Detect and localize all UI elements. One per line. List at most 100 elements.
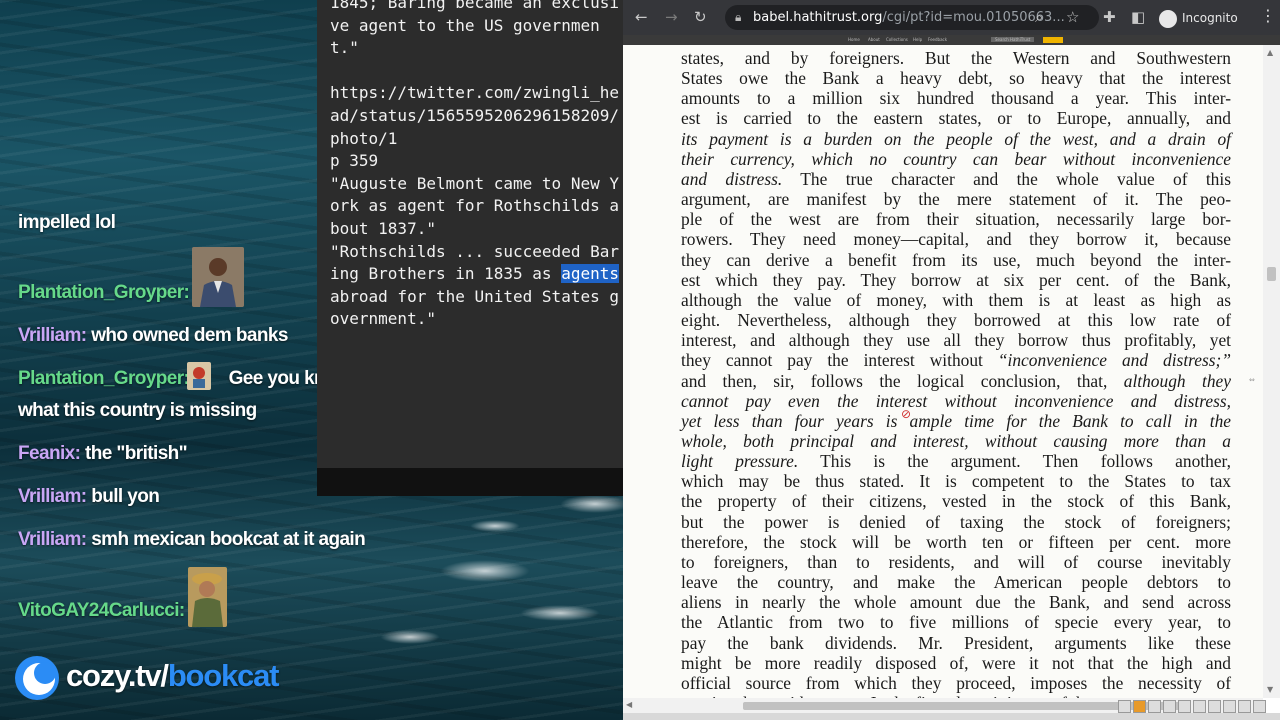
notes-quote-rothschilds: "Rothschilds ... succeeded Baring Brothe… (330, 241, 619, 329)
scroll-up-arrow-icon[interactable]: ▲ (1267, 48, 1273, 57)
water-glint (520, 605, 600, 621)
chat-text: bull yon (91, 486, 160, 507)
vertical-scroll-thumb[interactable] (1267, 267, 1276, 281)
page-text-line: the Atlantic from two to five millions o… (681, 612, 1231, 633)
tool-icon[interactable] (1118, 700, 1131, 713)
scanned-book-page[interactable]: states, and by foreigners. But the Weste… (623, 45, 1263, 698)
page-text-line: pay the bank dividends. Mr. President, a… (681, 632, 1231, 653)
page-text-line: might be more readily disposed of, were … (681, 652, 1231, 673)
zoom-icon[interactable]: ⌕ (1035, 8, 1043, 26)
page-text-line: therefore, the stock will be worth ten o… (681, 531, 1231, 552)
bookmark-star-icon[interactable]: ☆ (1066, 8, 1079, 26)
page-text-line: eight. Nevertheless, although they borro… (681, 310, 1231, 331)
hathi-menu-help[interactable]: Help (913, 37, 922, 42)
forward-arrow-icon[interactable]: → (665, 8, 678, 26)
extensions-puzzle-icon[interactable]: ✚ (1103, 8, 1116, 26)
chat-message-continued: what this country is missing (18, 400, 257, 422)
chat-text: impelled lol (18, 212, 116, 233)
notes-quote-belmont: "Auguste Belmont came to New York as age… (330, 173, 619, 238)
chat-message: Vrilliam: smh mexican bookcat at it agai… (18, 529, 366, 551)
incognito-icon (1159, 9, 1177, 28)
scroll-left-arrow-icon[interactable]: ◀ (626, 700, 632, 709)
page-text-line: which may be thus stated. It is competen… (681, 471, 1231, 492)
page-tool-icons (1117, 698, 1267, 713)
painted-portrait-avatar (188, 567, 227, 627)
chat-text: the "british" (85, 443, 188, 464)
tool-icon[interactable] (1148, 700, 1161, 713)
hathi-menu-about[interactable]: About (868, 37, 880, 42)
hathi-menu-collections[interactable]: Collections (886, 37, 908, 42)
chat-username: Vrilliam: (18, 486, 87, 507)
tool-icon[interactable] (1253, 700, 1266, 713)
hathi-menu-home[interactable]: Home (848, 37, 860, 42)
page-text-line: rowers. They need money—capital, and the… (681, 229, 1231, 250)
more-menu-icon[interactable]: ⋮ (1260, 6, 1276, 25)
water-glint (380, 630, 440, 644)
page-text-line: but the power is denied of taxing the st… (681, 511, 1231, 532)
water-glint (560, 495, 630, 513)
hathitrust-header: Home About Collections Help Feedback Sea… (623, 35, 1280, 45)
tool-icon[interactable] (1178, 700, 1191, 713)
address-url: babel.hathitrust.org/cgi/pt?id=mou.01050… (753, 10, 1065, 25)
tool-icon[interactable] (1163, 700, 1176, 713)
notes-panel[interactable]: 1845; Baring became an exclusive agent t… (317, 0, 623, 496)
collapse-handle-icon[interactable]: ⇔ (1249, 376, 1259, 384)
notes-panel-footer (317, 468, 623, 495)
page-text-line: to foreigners, than to residents, and wi… (681, 551, 1231, 572)
incognito-profile-button[interactable]: Incognito (1159, 7, 1238, 29)
page-text-line: although the value of money, with them i… (681, 289, 1231, 310)
chat-username: Plantation_Groyper: (18, 368, 190, 389)
hathi-search-button[interactable] (1043, 37, 1063, 43)
page-text-line: States owe the Bank a heavy debt, so hea… (681, 68, 1231, 89)
chat-username: Vrilliam: (18, 529, 87, 550)
page-text-line: light pressure. This is the argument. Th… (681, 451, 1231, 472)
page-text-line: its payment is a burden on the people of… (681, 128, 1231, 149)
page-text-line: official source from which they proceed,… (681, 672, 1231, 693)
notes-line-top: 1845; Baring became an exclusive agent t… (330, 0, 619, 58)
cartoon-emote-avatar (187, 362, 211, 390)
reload-icon[interactable]: ↻ (694, 8, 707, 26)
cozy-moon-icon (15, 656, 59, 700)
page-text-line: est is carried to the eastern states, or… (681, 108, 1231, 129)
selected-text-highlight[interactable]: agents (561, 264, 619, 284)
vertical-scrollbar[interactable]: ▲ ▼ (1263, 45, 1280, 698)
chat-message: Vrilliam: who owned dem banks (18, 325, 288, 347)
scroll-down-arrow-icon[interactable]: ▼ (1267, 685, 1273, 694)
page-text-line: whole, both principal and interest, with… (681, 430, 1231, 451)
hathi-search-box[interactable]: Search HathiTrust (991, 37, 1035, 42)
chat-username: VitoGAY24Carlucci: (18, 600, 185, 621)
page-text-line: amounts to a million six hundred thousan… (681, 88, 1231, 109)
notes-text[interactable]: 1845; Baring became an exclusive agent t… (330, 0, 620, 331)
page-text-line: the property of their citizens, vested i… (681, 491, 1231, 512)
back-arrow-icon[interactable]: ← (635, 8, 648, 26)
tool-icon[interactable] (1133, 700, 1146, 713)
incognito-label: Incognito (1182, 11, 1238, 25)
side-panel-icon[interactable]: ◧ (1131, 8, 1145, 26)
water-glint (440, 560, 530, 582)
chat-message: Feanix: the "british" (18, 443, 188, 465)
chat-message: impelled lol (18, 212, 116, 234)
page-text-line: argument, are manifest by the mere state… (681, 189, 1231, 210)
notes-page-ref: p 359 (330, 151, 379, 171)
page-text-line: yet less than four years is ample time f… (681, 410, 1231, 431)
browser-toolbar: ← → ↻ 🔒︎ babel.hathitrust.org/cgi/pt?id=… (623, 0, 1280, 35)
hathi-menu-feedback[interactable]: Feedback (928, 37, 947, 42)
chat-message: Plantation_Groyper: (18, 282, 190, 304)
chat-message: VitoGAY24Carlucci: (18, 600, 185, 622)
chat-text: what this country is missing (18, 400, 257, 421)
tool-icon[interactable] (1238, 700, 1251, 713)
page-text-line: cannot pay even the interest without inc… (681, 390, 1231, 411)
page-text-line: ple of the west are from their situation… (681, 209, 1231, 230)
lock-icon[interactable]: 🔒︎ (735, 5, 741, 30)
tool-icon[interactable] (1208, 700, 1221, 713)
tool-icon[interactable] (1193, 700, 1206, 713)
page-text-line: and then, sir, follows the logical concl… (681, 370, 1231, 391)
tool-icon[interactable] (1223, 700, 1236, 713)
notes-link[interactable]: https://twitter.com/zwingli_head/status/… (330, 83, 619, 147)
page-text-line: they cannot pay the interest without “in… (681, 350, 1231, 371)
page-text: states, and by foreigners. But the Weste… (681, 48, 1231, 698)
chat-username: Plantation_Groyper: (18, 282, 190, 303)
chat-username: Feanix: (18, 443, 81, 464)
chat-text: who owned dem banks (91, 325, 288, 346)
page-text-line: est which they pay. They borrow at six p… (681, 269, 1231, 290)
